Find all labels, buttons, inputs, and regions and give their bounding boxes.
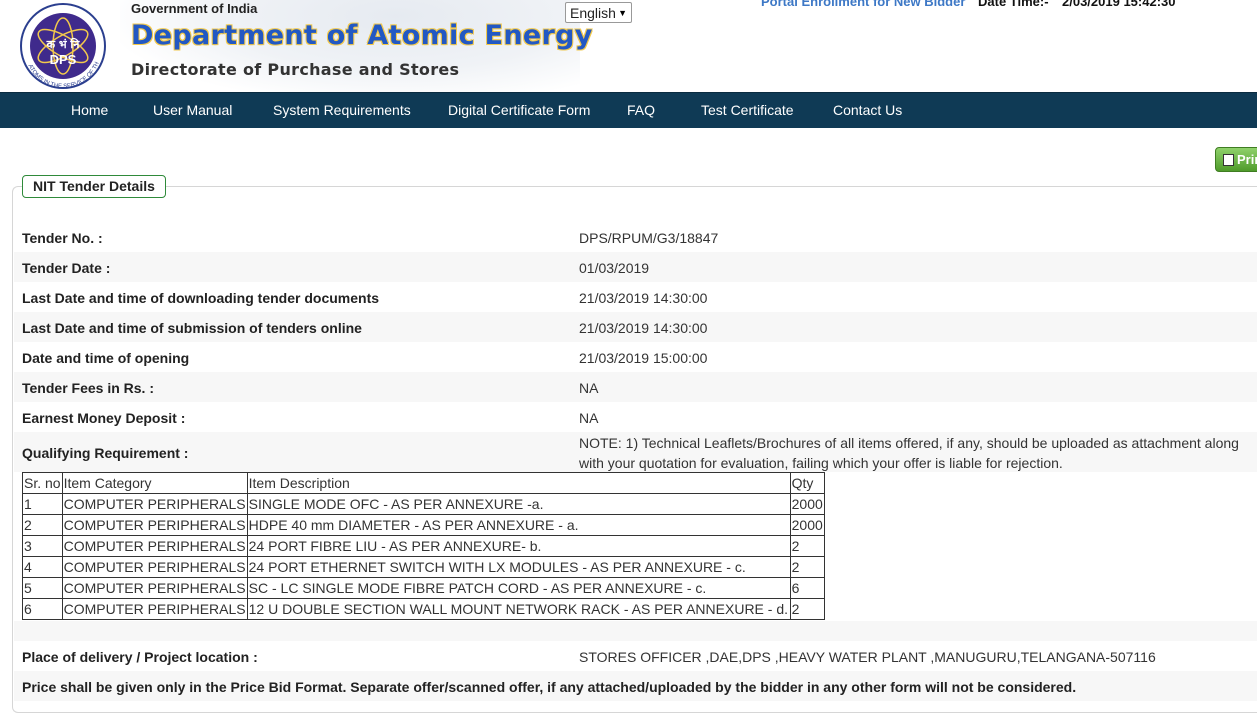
nav-faq[interactable]: FAQ: [627, 93, 655, 129]
detail-row: Last Date and time of downloading tender…: [14, 282, 1257, 312]
cell-qty: 2000: [789, 514, 825, 536]
delivery-row: Place of delivery / Project location : S…: [14, 641, 1257, 671]
printer-icon: [1223, 154, 1234, 166]
col-header-item-category: Item Category: [61, 472, 248, 494]
cell-item-description: HDPE 40 mm DIAMETER - AS PER ANNEXURE - …: [246, 514, 791, 536]
detail-label: Tender Fees in Rs. :: [22, 380, 154, 396]
cell-item-category: COMPUTER PERIPHERALS: [61, 598, 248, 620]
qualifying-note: NOTE: 1) Technical Leaflets/Brochures of…: [579, 435, 1239, 471]
detail-row: Date and time of opening 21/03/2019 15:0…: [14, 342, 1257, 372]
dropdown-arrow-icon: ▼: [618, 7, 627, 18]
cell-item-description: 24 PORT ETHERNET SWITCH WITH LX MODULES …: [246, 556, 791, 578]
col-header-item-description: Item Description: [246, 472, 791, 494]
table-row: 1 COMPUTER PERIPHERALS SINGLE MODE OFC -…: [22, 493, 825, 515]
cell-sr-no: 4: [22, 556, 63, 578]
main-nav: Home User Manual System Requirements Dig…: [0, 92, 1257, 128]
nav-system-requirements[interactable]: System Requirements: [273, 93, 411, 129]
cell-sr-no: 5: [22, 577, 63, 599]
print-button[interactable]: Print: [1215, 147, 1257, 172]
items-table: Sr. no Item Category Item Description Qt…: [22, 472, 825, 620]
table-row: 5 COMPUTER PERIPHERALS SC - LC SINGLE MO…: [22, 577, 825, 599]
detail-row: Tender No. : DPS/RPUM/G3/18847: [14, 222, 1257, 252]
detail-value: 21/03/2019 14:30:00: [579, 320, 708, 336]
dae-logo[interactable]: क भं नि DPS ATOMS IN THE SERVICE OF THE …: [9, 2, 117, 90]
detail-label: Last Date and time of downloading tender…: [22, 290, 380, 306]
detail-value: 21/03/2019 14:30:00: [579, 290, 708, 306]
detail-label: Last Date and time of submission of tend…: [22, 320, 362, 336]
delivery-label: Place of delivery / Project location :: [22, 649, 258, 665]
site-header: क भं नि DPS ATOMS IN THE SERVICE OF THE …: [0, 0, 1257, 92]
detail-row: Tender Date : 01/03/2019: [14, 252, 1257, 282]
detail-value: 21/03/2019 15:00:00: [579, 350, 708, 366]
cell-sr-no: 6: [22, 598, 63, 620]
table-header-row: Sr. no Item Category Item Description Qt…: [22, 472, 825, 494]
cell-item-category: COMPUTER PERIPHERALS: [61, 514, 248, 536]
cell-qty: 2: [789, 535, 825, 557]
cell-item-description: 24 PORT FIBRE LIU - AS PER ANNEXURE- b.: [246, 535, 791, 557]
col-header-sr-no: Sr. no: [22, 472, 63, 494]
cell-qty: 2000: [789, 493, 825, 515]
print-label: Print: [1237, 152, 1257, 167]
cell-qty: 2: [789, 598, 825, 620]
language-select[interactable]: English ▼: [565, 2, 632, 23]
delivery-value: STORES OFFICER ,DAE,DPS ,HEAVY WATER PLA…: [579, 649, 1156, 665]
nav-contact-us[interactable]: Contact Us: [833, 93, 902, 129]
cell-item-category: COMPUTER PERIPHERALS: [61, 493, 248, 515]
cell-item-description: SC - LC SINGLE MODE FIBRE PATCH CORD - A…: [246, 577, 791, 599]
detail-value: 01/03/2019: [579, 260, 650, 276]
qualifying-label: Qualifying Requirement :: [22, 445, 189, 461]
nav-digital-certificate-form[interactable]: Digital Certificate Form: [448, 93, 590, 129]
detail-label: Tender Date :: [22, 260, 111, 276]
department-title: Department of Atomic Energy: [131, 20, 593, 51]
price-bid-note: Price shall be given only in the Price B…: [22, 679, 1077, 695]
detail-value: NA: [579, 380, 599, 396]
language-value: English: [570, 4, 616, 21]
col-header-qty: Qty: [789, 472, 825, 494]
table-row: 4 COMPUTER PERIPHERALS 24 PORT ETHERNET …: [22, 556, 825, 578]
datetime-label: Date Time:-: [978, 0, 1049, 9]
table-row: 6 COMPUTER PERIPHERALS 12 U DOUBLE SECTI…: [22, 598, 825, 620]
detail-label: Date and time of opening: [22, 350, 190, 366]
logo-top-text: क भं नि: [46, 37, 81, 51]
detail-row: Last Date and time of submission of tend…: [14, 312, 1257, 342]
nav-home[interactable]: Home: [71, 93, 108, 129]
government-label: Government of India: [131, 1, 258, 16]
table-row: 2 COMPUTER PERIPHERALS HDPE 40 mm DIAMET…: [22, 514, 825, 536]
cell-item-description: 12 U DOUBLE SECTION WALL MOUNT NETWORK R…: [246, 598, 791, 620]
cell-sr-no: 2: [22, 514, 63, 536]
section-title: NIT Tender Details: [22, 175, 166, 198]
detail-value: DPS/RPUM/G3/18847: [579, 230, 719, 246]
cell-sr-no: 1: [22, 493, 63, 515]
cell-item-category: COMPUTER PERIPHERALS: [61, 577, 248, 599]
cell-item-category: COMPUTER PERIPHERALS: [61, 535, 248, 557]
directorate-title: Directorate of Purchase and Stores: [131, 60, 460, 79]
table-row: 3 COMPUTER PERIPHERALS 24 PORT FIBRE LIU…: [22, 535, 825, 557]
cell-sr-no: 3: [22, 535, 63, 557]
cell-qty: 6: [789, 577, 825, 599]
datetime-value: 2/03/2019 15:42:30: [1062, 0, 1176, 9]
portal-enrollment-link[interactable]: Portal Enrollment for New Bidder: [761, 0, 965, 9]
detail-value: NA: [579, 410, 599, 426]
cell-item-description: SINGLE MODE OFC - AS PER ANNEXURE -a.: [246, 493, 791, 515]
nav-user-manual[interactable]: User Manual: [153, 93, 232, 129]
spacer-row: [14, 621, 1257, 641]
detail-row: Earnest Money Deposit : NA: [14, 402, 1257, 432]
nav-test-certificate[interactable]: Test Certificate: [701, 93, 794, 129]
cell-qty: 2: [789, 556, 825, 578]
detail-label: Earnest Money Deposit :: [22, 410, 186, 426]
cell-item-category: COMPUTER PERIPHERALS: [61, 556, 248, 578]
detail-row: Tender Fees in Rs. : NA: [14, 372, 1257, 402]
detail-label: Tender No. :: [22, 230, 103, 246]
logo-center-text: DPS: [50, 52, 77, 67]
